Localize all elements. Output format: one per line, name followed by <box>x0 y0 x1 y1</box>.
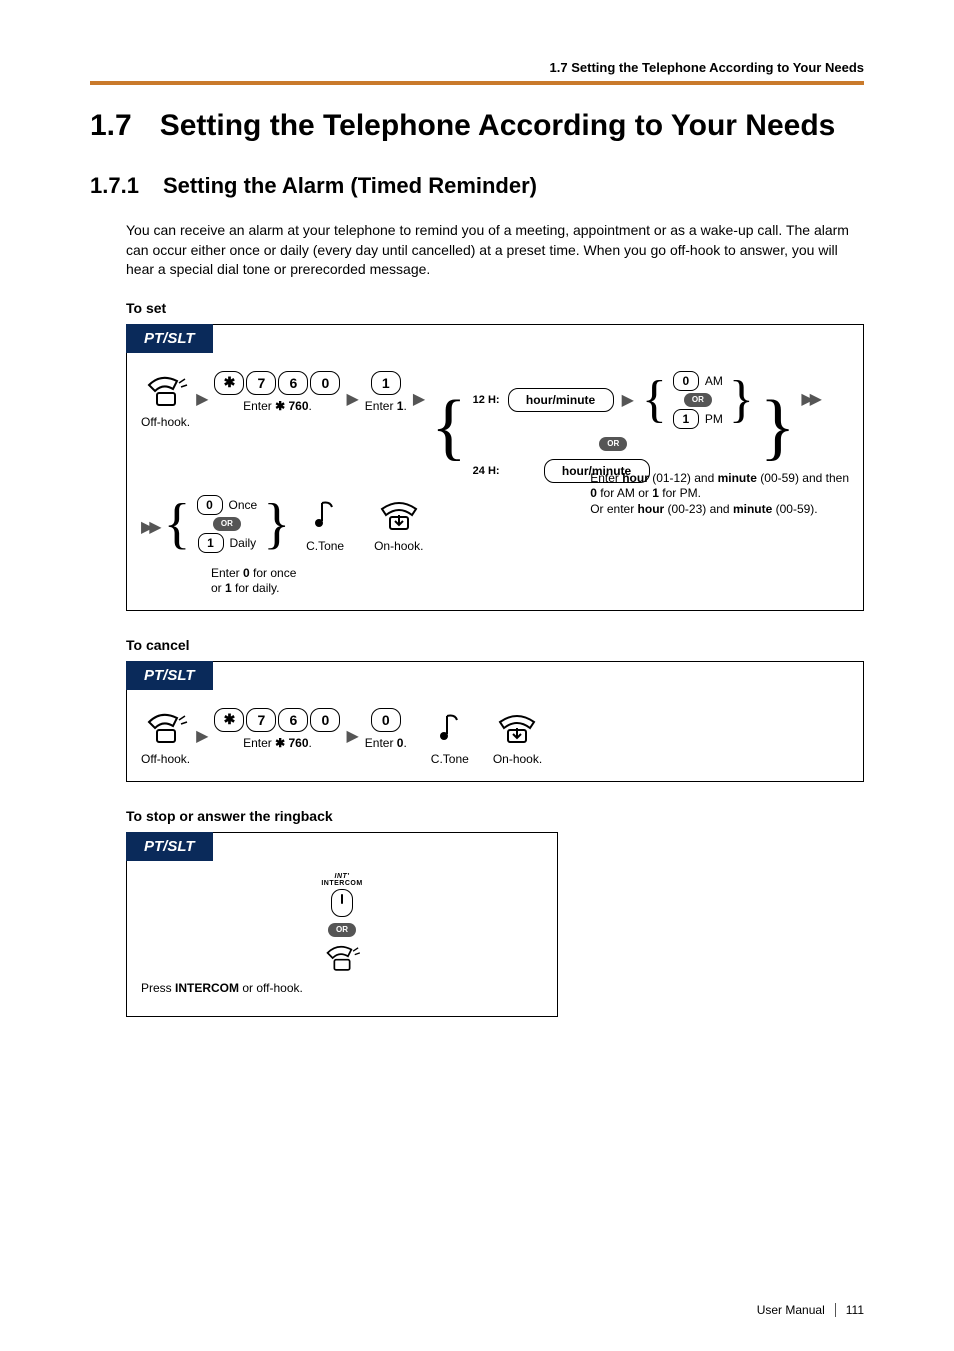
footer-label: User Manual <box>757 1303 825 1317</box>
pt-slt-badge: PT/SLT <box>126 832 213 861</box>
twelve-h-label: 12 H: <box>473 394 500 406</box>
key-0: 0 <box>197 495 223 515</box>
key-star: ✱ <box>214 371 244 395</box>
key-1: 1 <box>371 371 401 395</box>
or-pill: OR <box>599 437 627 451</box>
key-7: 7 <box>246 708 276 732</box>
arrow-icon: ▶ <box>346 708 358 746</box>
key-0: 0 <box>371 708 401 732</box>
ctone-caption: C.Tone <box>306 539 344 554</box>
page-number: 111 <box>846 1303 864 1317</box>
key-6: 6 <box>278 371 308 395</box>
section-number: 1.7 <box>90 109 132 143</box>
intercom-button-icon: INT' INTERCOM <box>321 873 362 919</box>
once-daily-caption: Enter 0 for onceor 1 for daily. <box>211 566 296 596</box>
intercom-caption: Press INTERCOM or off-hook. <box>141 981 303 996</box>
to-stop-title: To stop or answer the ringback <box>126 808 864 824</box>
to-stop-box: PT/SLT INT' INTERCOM OR Press INTERCOM o… <box>126 832 558 1017</box>
key-0: 0 <box>310 708 340 732</box>
am-label: AM <box>705 374 723 388</box>
offhook-icon <box>143 708 189 748</box>
arrow-icon: ▶ <box>196 708 208 746</box>
confirmation-tone-icon <box>427 708 473 748</box>
or-pill: OR <box>213 517 241 531</box>
page-footer: User Manual 111 <box>757 1303 864 1317</box>
subsection-number: 1.7.1 <box>90 173 139 199</box>
key-star: ✱ <box>214 708 244 732</box>
or-pill: OR <box>328 923 356 937</box>
left-brace-icon: { <box>164 500 191 548</box>
once-label: Once <box>229 498 258 512</box>
key-6: 6 <box>278 708 308 732</box>
enter-0-caption: Enter 0. <box>365 736 407 751</box>
key-1: 1 <box>198 533 224 553</box>
header-rule <box>90 81 864 85</box>
onhook-caption: On-hook. <box>493 752 542 767</box>
ctone-caption: C.Tone <box>431 752 469 767</box>
to-cancel-box: PT/SLT Off-hook. ▶ ✱ 7 6 0 Enter <box>126 661 864 782</box>
running-head: 1.7 Setting the Telephone According to Y… <box>90 60 864 75</box>
right-brace-icon: } <box>729 378 754 422</box>
double-arrow-icon: ▶▶ <box>141 495 158 537</box>
key-0: 0 <box>673 371 699 391</box>
pm-label: PM <box>705 412 723 426</box>
onhook-icon <box>376 495 422 535</box>
left-brace-icon: { <box>431 397 467 457</box>
or-pill: OR <box>684 393 712 407</box>
pt-slt-badge: PT/SLT <box>126 661 213 690</box>
onhook-icon <box>494 708 540 748</box>
arrow-icon: ▶ <box>196 371 208 409</box>
arrow-icon: ▶ <box>413 371 425 409</box>
confirmation-tone-icon <box>302 495 348 535</box>
pt-slt-badge: PT/SLT <box>126 324 213 353</box>
intro-paragraph: You can receive an alarm at your telepho… <box>126 221 864 280</box>
to-set-box: PT/SLT Off-hook. ▶ ✱ 7 6 0 <box>126 324 864 611</box>
time-entry-caption: Enter hour (01-12) and minute (00-59) an… <box>590 471 849 518</box>
key-1: 1 <box>673 409 699 429</box>
arrow-icon: ▶ <box>346 371 358 409</box>
enter-1-caption: Enter 1. <box>365 399 407 414</box>
right-brace-icon: } <box>263 500 290 548</box>
subsection-heading: 1.7.1 Setting the Alarm (Timed Reminder) <box>90 173 864 199</box>
offhook-icon <box>322 941 362 975</box>
enter-760-caption: Enter ✱ 760. <box>243 736 312 751</box>
key-0: 0 <box>310 371 340 395</box>
key-7: 7 <box>246 371 276 395</box>
offhook-caption: Off-hook. <box>141 415 190 430</box>
subsection-title: Setting the Alarm (Timed Reminder) <box>163 173 537 199</box>
double-arrow-icon: ▶▶ <box>801 371 818 409</box>
twentyfour-h-label: 24 H: <box>473 465 500 477</box>
section-title: Setting the Telephone According to Your … <box>160 109 864 143</box>
hour-minute-key: hour/minute <box>508 388 614 412</box>
to-set-title: To set <box>126 300 864 316</box>
section-heading: 1.7 Setting the Telephone According to Y… <box>90 109 864 143</box>
daily-label: Daily <box>230 536 257 550</box>
onhook-caption: On-hook. <box>374 539 423 554</box>
offhook-caption: Off-hook. <box>141 752 190 767</box>
footer-divider <box>835 1303 836 1317</box>
arrow-icon: ▶ <box>622 390 634 410</box>
right-brace-icon: } <box>760 397 796 457</box>
left-brace-icon: { <box>642 378 667 422</box>
enter-760-caption: Enter ✱ 760. <box>243 399 312 414</box>
offhook-icon <box>143 371 189 411</box>
to-cancel-title: To cancel <box>126 637 864 653</box>
